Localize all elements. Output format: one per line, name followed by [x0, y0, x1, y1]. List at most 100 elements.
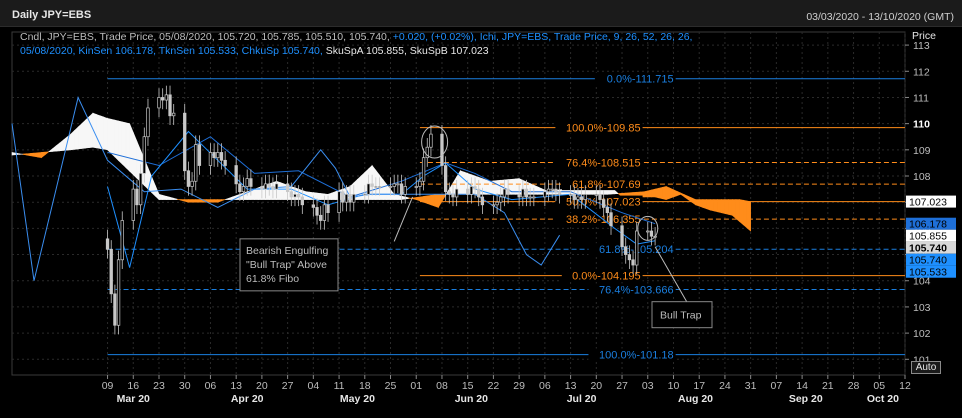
cloud-segment: [110, 118, 116, 158]
candle-body: [528, 196, 532, 199]
candle-body: [183, 112, 187, 172]
candle-body: [135, 188, 139, 206]
candle-body: [583, 193, 587, 200]
candle-body: [418, 180, 422, 187]
candle-body: [315, 207, 319, 216]
candle-body: [598, 193, 602, 200]
cloud-segment: [125, 122, 130, 172]
candle-body: [473, 186, 477, 190]
cloud-segment: [195, 199, 200, 203]
candle-body: [263, 183, 268, 190]
cloud-segment: [735, 199, 740, 223]
candle-body: [238, 183, 242, 193]
month-label: Mar 20: [117, 393, 150, 405]
candle-body: [190, 180, 194, 187]
candle-body: [142, 136, 146, 174]
x-tick-label: 23: [153, 380, 165, 392]
price-tag-value: 106.178: [909, 219, 947, 231]
cloud-segment: [320, 193, 325, 200]
candle-body: [245, 178, 249, 187]
candle-body: [223, 159, 227, 166]
bull-trap-label: Bull Trap: [660, 310, 702, 322]
price-tag-value: 105.740: [909, 243, 947, 255]
legend-line-2: 05/08/2020, KinSen 106.178, TknSen 105.5…: [20, 45, 489, 57]
candle-body: [219, 152, 224, 161]
x-tick-label: 25: [385, 380, 397, 392]
y-tick-label: 108: [913, 171, 931, 183]
x-tick-label: 27: [616, 380, 628, 392]
fib-label: 0.0%-104.195: [572, 271, 641, 283]
candle-body: [572, 193, 576, 200]
candle-body: [605, 207, 609, 214]
x-tick-label: 06: [539, 380, 551, 392]
cloud-segment: [739, 199, 744, 226]
candle-body: [466, 188, 470, 195]
cloud-segment: [460, 170, 465, 195]
candle-body: [491, 204, 496, 207]
candle-body: [241, 186, 246, 193]
candle-body: [550, 188, 554, 191]
chart-header: Daily JPY=EBS 03/03/2020 - 13/10/2020 (G…: [0, 0, 962, 27]
y-tick-label: 110: [913, 119, 930, 131]
candle-body: [568, 193, 573, 196]
x-tick-label: 12: [899, 380, 911, 392]
cloud-segment: [88, 112, 94, 148]
cloud-segment: [658, 186, 663, 200]
y-tick-label: 112: [913, 66, 930, 78]
y-tick-label: 102: [913, 328, 931, 340]
candle-body: [557, 191, 562, 195]
candle-body: [554, 188, 558, 193]
price-chart[interactable]: 0.0%-111.71561.8%-105.20476.4%-103.66610…: [0, 27, 962, 418]
x-tick-label: 10: [668, 380, 680, 392]
cloud-segment: [213, 199, 219, 203]
candle-body: [319, 214, 323, 221]
candle-body: [421, 157, 426, 182]
candle-body: [208, 152, 213, 166]
cloud-segment: [37, 152, 42, 159]
x-tick-label: 27: [282, 380, 294, 392]
fib-label: 100.0%-109.85: [566, 123, 641, 135]
x-tick-label: 17: [693, 380, 705, 392]
candle-body: [370, 183, 374, 187]
cloud-segment: [121, 121, 127, 169]
cloud-segment: [81, 119, 86, 149]
x-tick-label: 30: [179, 380, 191, 392]
candle-body: [109, 248, 113, 295]
month-label: Aug 20: [678, 393, 713, 405]
cloud-segment: [191, 199, 197, 203]
fib-label: 76.4%-108.515: [566, 158, 641, 170]
cloud-segment: [99, 115, 105, 150]
candle-body: [168, 94, 172, 117]
x-tick-label: 29: [513, 380, 525, 392]
cloud-segment: [423, 195, 428, 204]
candle-body: [146, 107, 150, 138]
cloud-segment: [74, 126, 79, 150]
cloud-segment: [529, 183, 535, 195]
cloud-segment: [489, 180, 494, 195]
x-tick-label: 05: [873, 380, 885, 392]
candle-body: [627, 254, 632, 261]
cloud-segment: [537, 186, 542, 195]
candle-body: [624, 246, 628, 255]
chart-title: Daily JPY=EBS: [12, 9, 92, 21]
cloud-segment: [85, 115, 90, 149]
candle-body: [506, 188, 510, 195]
x-tick-label: 24: [719, 380, 731, 392]
cloud-segment: [327, 192, 333, 200]
cloud-segment: [294, 187, 299, 200]
cloud-segment: [698, 199, 704, 208]
auto-scale-button[interactable]: Auto: [911, 361, 941, 374]
candle-body: [249, 178, 253, 187]
candle-body: [620, 225, 624, 248]
x-tick-label: 03: [642, 380, 654, 392]
cloud-segment: [279, 182, 285, 200]
y-tick-label: 111: [913, 92, 929, 104]
candle-body: [274, 183, 279, 190]
x-tick-label: 16: [127, 380, 139, 392]
x-tick-label: 07: [771, 380, 783, 392]
price-tag-value: 105.855: [909, 231, 947, 243]
date-range[interactable]: 03/03/2020 - 13/10/2020 (GMT): [806, 11, 954, 23]
candle-body: [543, 191, 547, 198]
candle-body: [216, 152, 220, 159]
x-tick-label: 09: [102, 380, 114, 392]
